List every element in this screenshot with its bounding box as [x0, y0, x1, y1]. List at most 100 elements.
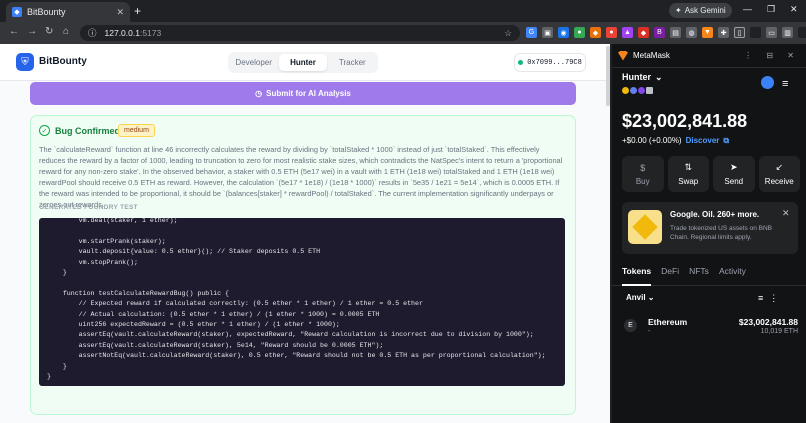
severity-badge: medium: [118, 124, 155, 137]
bitbounty-favicon-icon: ◆: [12, 7, 22, 17]
copy-icon[interactable]: [646, 87, 653, 94]
network-filter[interactable]: Anvil ⌄: [626, 293, 655, 302]
url-port: :5173: [139, 28, 162, 38]
metamask-extension-icon[interactable]: ▼: [702, 27, 713, 38]
metamask-title: MetaMask: [633, 51, 670, 60]
extension-icon[interactable]: ◆: [638, 27, 649, 38]
wallet-address: 0x7099...79C8: [527, 58, 582, 67]
buy-icon: $: [640, 162, 646, 173]
browser-tab[interactable]: ◆ BitBounty ✕: [6, 2, 130, 22]
extension-icon[interactable]: ◉: [558, 27, 569, 38]
cast-icon[interactable]: ▭: [766, 27, 777, 38]
token-amount: 10,019 ETH: [760, 328, 798, 335]
panel-controls[interactable]: ⋮ ⊟ ✕: [744, 51, 800, 60]
extension-icon[interactable]: ●: [574, 27, 585, 38]
minimize-icon[interactable]: —: [743, 4, 752, 14]
home-icon[interactable]: ⌂: [63, 26, 69, 37]
extension-icon[interactable]: ▣: [542, 27, 553, 38]
spacer: [750, 27, 761, 38]
promo-text: Trade tokenized US assets on BNB Chain. …: [670, 225, 773, 241]
code-text: vm.deal(staker, 1 ether); vm.startPrank(…: [47, 218, 546, 381]
role-tab-tracker[interactable]: Tracker: [329, 54, 376, 71]
foundry-test-code[interactable]: vm.deal(staker, 1 ether); vm.startPrank(…: [39, 218, 565, 386]
page-scrollbar[interactable]: [606, 46, 610, 106]
account-avatar-icon[interactable]: [761, 76, 774, 89]
gemini-spark-icon: ✦: [675, 6, 682, 15]
check-circle-icon: ✓: [39, 125, 50, 136]
close-window-icon[interactable]: ✕: [790, 4, 798, 15]
forward-icon[interactable]: →: [27, 26, 37, 37]
token-name: Ethereum: [648, 317, 688, 327]
address-bar[interactable]: ⓘ 127.0.0.1:5173 ☆: [80, 25, 520, 41]
test-heading: GENERATED FOUNDRY TEST: [39, 204, 138, 211]
account-selector[interactable]: Hunter ⌄: [622, 72, 663, 83]
external-link-icon[interactable]: ⧉: [723, 136, 729, 146]
token-row[interactable]: E Ethereum - $23,002,841.88 10,019 ETH: [622, 314, 800, 340]
receive-button[interactable]: ↙ Receive: [758, 156, 800, 192]
network-chip-icon: [638, 87, 645, 94]
network-chip-icon: [630, 87, 637, 94]
role-switcher: Developer Hunter Tracker: [228, 52, 378, 73]
submit-analysis-button[interactable]: ◷ Submit for AI Analysis: [30, 82, 576, 105]
reload-icon[interactable]: ↻: [45, 26, 53, 37]
extension-icon[interactable]: ◆: [590, 27, 601, 38]
more-icon[interactable]: ⋮: [769, 293, 784, 303]
extension-icon[interactable]: ◍: [686, 27, 697, 38]
extension-icon[interactable]: B: [654, 27, 665, 38]
tab-nfts[interactable]: NFTs: [689, 266, 709, 285]
browser-tab-strip: ◆ BitBounty ✕ + ✦ Ask Gemini — ❐ ✕: [0, 0, 806, 22]
app-header: ⛨ BitBounty Developer Hunter Tracker 0x7…: [0, 44, 610, 81]
metamask-panel: MetaMask ⋮ ⊟ ✕ Hunter ⌄ ≡ $23,002,841.88…: [612, 44, 806, 423]
network-chips[interactable]: [622, 87, 653, 94]
balance-change: +$0.00 (+0.00%) Discover ⧉: [622, 136, 730, 146]
account-name: Hunter: [622, 72, 651, 82]
back-icon[interactable]: ←: [9, 26, 19, 37]
extension-icon[interactable]: ▥: [782, 27, 793, 38]
extension-icon[interactable]: ▤: [670, 27, 681, 38]
total-balance: $23,002,841.88: [622, 111, 748, 131]
tab-title: BitBounty: [27, 7, 66, 17]
extensions-bar: G ▣ ◉ ● ◆ ● ▲ ◆ B ▤ ◍ ▼ ✚ ▯ ▭ ▥ ● ⋮: [526, 27, 806, 38]
new-tab-icon[interactable]: +: [134, 4, 141, 18]
close-tab-icon[interactable]: ✕: [116, 7, 124, 18]
receive-icon: ↙: [775, 162, 784, 172]
tab-tokens[interactable]: Tokens: [622, 266, 652, 286]
extensions-puzzle-icon[interactable]: ✚: [718, 27, 729, 38]
connected-dot-icon: [518, 60, 524, 65]
discover-link[interactable]: Discover: [686, 136, 720, 146]
chevron-down-icon: ⌄: [655, 72, 663, 82]
wallet-address-button[interactable]: 0x7099...79C8: [514, 53, 586, 72]
shield-logo-icon: ⛨: [16, 53, 34, 71]
role-tab-developer[interactable]: Developer: [230, 54, 277, 71]
role-tab-hunter[interactable]: Hunter: [279, 54, 327, 71]
ask-gemini-button[interactable]: ✦ Ask Gemini: [669, 3, 732, 18]
tab-activity[interactable]: Activity: [719, 266, 746, 285]
promo-title: Google. Oil. 260+ more.: [670, 210, 760, 219]
side-panel-icon[interactable]: ▯: [734, 27, 745, 38]
translate-extension-icon[interactable]: G: [526, 27, 537, 38]
swap-button[interactable]: ⇅ Swap: [667, 156, 709, 192]
filter-icons: ≡⋮: [758, 293, 784, 304]
site-info-icon[interactable]: ⓘ: [88, 27, 97, 39]
ethereum-logo-icon: E: [624, 319, 637, 332]
send-icon: ➤: [729, 162, 738, 172]
buy-button[interactable]: $ Buy: [622, 156, 664, 192]
swap-icon: ⇅: [684, 162, 693, 172]
chevron-down-icon: ⌄: [647, 293, 655, 302]
metamask-fox-icon: [618, 50, 628, 61]
send-button[interactable]: ➤ Send: [713, 156, 755, 192]
hamburger-menu-icon[interactable]: ≡: [782, 78, 788, 90]
filter-icon[interactable]: ≡: [758, 293, 769, 303]
tab-defi[interactable]: DeFi: [661, 266, 679, 285]
promo-card[interactable]: Google. Oil. 260+ more. Trade tokenized …: [622, 202, 798, 254]
extension-icon[interactable]: ▲: [622, 27, 633, 38]
url-host: 127.0.0.1: [104, 28, 140, 38]
ai-clock-icon: ◷: [255, 89, 263, 98]
wallet-actions: $ Buy ⇅ Swap ➤ Send ↙ Receive: [622, 156, 800, 192]
extension-icon[interactable]: ●: [606, 27, 617, 38]
browser-toolbar: ← → ↻ ⌂ ⓘ 127.0.0.1:5173 ☆ G ▣ ◉ ● ◆ ● ▲…: [0, 22, 806, 44]
close-promo-icon[interactable]: ✕: [782, 208, 790, 219]
maximize-icon[interactable]: ❐: [767, 4, 775, 15]
bookmark-star-icon[interactable]: ☆: [504, 28, 512, 39]
bnb-logo-icon: [628, 210, 662, 244]
